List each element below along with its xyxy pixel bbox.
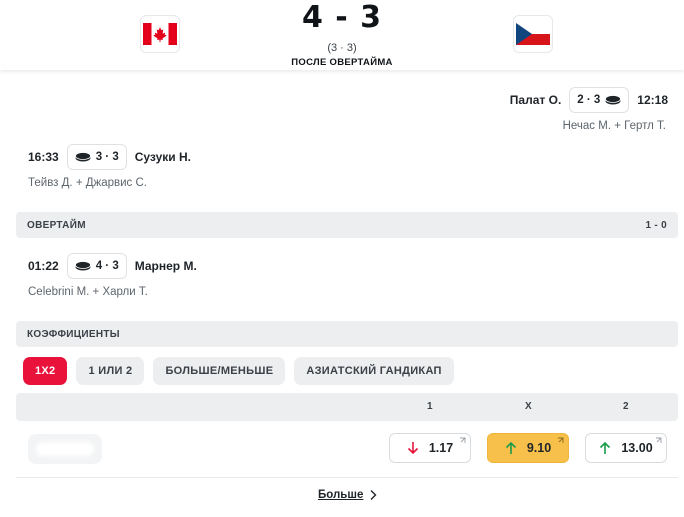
odds-value: 13.00 — [621, 441, 653, 455]
scorer-name: Сузуки Н. — [134, 150, 191, 164]
assist-text: Нечас М. + Гертл Т. — [562, 120, 666, 132]
score-pill: 3 · 3 — [66, 144, 127, 170]
odds-button-home[interactable]: 1.17 — [389, 433, 471, 463]
assist-text: Celebrini M. + Харли Т. — [28, 286, 148, 298]
match-header: 4 - 3 (3 · 3) ПОСЛЕ ОВЕРТАЙМА — [0, 0, 684, 70]
event-time: 16:33 — [28, 150, 59, 164]
odds-button-draw[interactable]: 9.10 — [487, 433, 569, 463]
score-pill: 2 · 3 — [569, 87, 630, 113]
event-time: 01:22 — [28, 259, 59, 273]
more-link[interactable]: Больше — [318, 489, 377, 501]
external-link-icon — [558, 437, 564, 443]
puck-icon — [605, 95, 622, 105]
arrow-up-icon — [505, 441, 516, 454]
odds-tabs: 1X2 1 ИЛИ 2 БОЛЬШЕ/МЕНЬШЕ АЗИАТСКИЙ ГАНД… — [23, 357, 454, 385]
bookmaker-logo[interactable] — [28, 434, 102, 464]
score-pill: 4 · 3 — [66, 253, 127, 279]
divider — [16, 477, 678, 478]
column-home: 1 — [427, 401, 433, 412]
tab-asian-handicap[interactable]: АЗИАТСКИЙ ГАНДИКАП — [294, 357, 454, 385]
odds-value: 9.10 — [526, 441, 552, 455]
odds-title: КОЭФФИЦИЕНТЫ — [27, 328, 120, 340]
tab-1-or-2[interactable]: 1 ИЛИ 2 — [76, 357, 145, 385]
period-score: (3 · 3) — [327, 42, 357, 54]
odds-header: КОЭФФИЦИЕНТЫ — [16, 321, 678, 347]
external-link-icon — [460, 437, 466, 443]
chevron-right-icon — [370, 490, 377, 500]
czech-flag-icon[interactable] — [513, 15, 553, 53]
goal-event: 16:33 3 · 3 Сузуки Н. — [28, 144, 191, 170]
scorer-name: Палат О. — [509, 93, 562, 107]
event-score: 3 · 3 — [95, 151, 119, 163]
scorer-name: Марнер М. — [134, 259, 197, 273]
event-score: 2 · 3 — [577, 94, 601, 106]
odds-value: 1.17 — [428, 441, 454, 455]
odds-columns-header: 1 X 2 — [16, 393, 678, 421]
more-label: Больше — [318, 489, 364, 501]
goal-event: Палат О. 2 · 3 12:18 — [510, 87, 668, 113]
event-time: 12:18 — [637, 93, 668, 107]
tab-over-under[interactable]: БОЛЬШЕ/МЕНЬШЕ — [153, 357, 286, 385]
assist-text: Тейвз Д. + Джарвис С. — [28, 177, 147, 189]
column-draw: X — [525, 401, 532, 412]
column-away: 2 — [623, 401, 629, 412]
goal-event: 01:22 4 · 3 Марнер М. — [28, 253, 197, 279]
overtime-title: ОВЕРТАЙМ — [27, 219, 86, 231]
tab-1x2[interactable]: 1X2 — [23, 357, 68, 385]
match-score: 4 - 3 — [301, 0, 383, 35]
external-link-icon — [656, 437, 662, 443]
match-status: ПОСЛЕ ОВЕРТАЙМА — [291, 57, 393, 68]
puck-icon — [74, 152, 91, 162]
puck-icon — [74, 261, 91, 271]
odds-button-away[interactable]: 13.00 — [585, 433, 667, 463]
arrow-up-icon — [600, 441, 611, 454]
arrow-down-icon — [407, 442, 418, 455]
overtime-header: ОВЕРТАЙМ 1 - 0 — [16, 212, 678, 238]
overtime-score: 1 - 0 — [645, 219, 667, 231]
event-score: 4 · 3 — [95, 260, 119, 272]
